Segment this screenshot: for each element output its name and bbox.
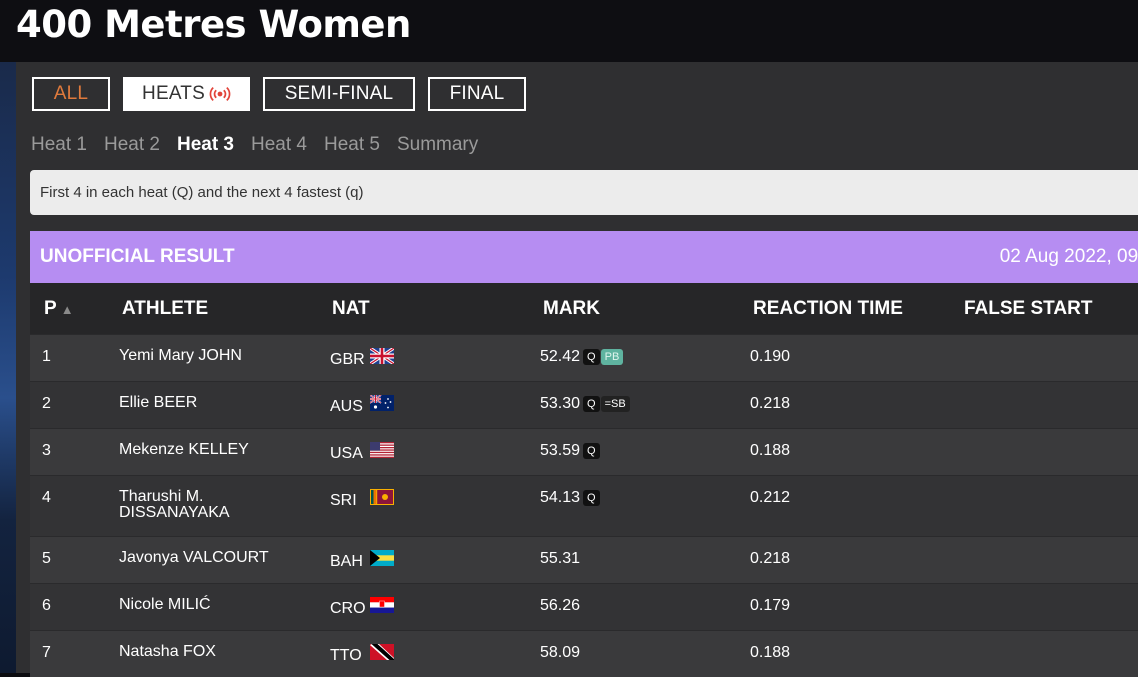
column-false-start: FALSE START xyxy=(964,298,1093,319)
reaction-time-cell: 0.188 xyxy=(750,442,791,459)
reaction-time-cell: 0.218 xyxy=(750,395,791,412)
usa-flag-icon xyxy=(370,442,394,458)
tab-heat-1[interactable]: Heat 1 xyxy=(31,134,87,156)
tab-heats-label: HEATS xyxy=(142,83,205,104)
tto-flag-icon xyxy=(370,644,394,660)
mark-value: 53.30 xyxy=(540,395,581,412)
mark-value: 58.09 xyxy=(540,644,581,661)
mark-value: 56.26 xyxy=(540,597,581,614)
athlete-name[interactable]: Nicole MILIĆ xyxy=(119,597,309,613)
tab-heat-4[interactable]: Heat 4 xyxy=(251,134,307,156)
gbr-flag-icon xyxy=(370,348,394,364)
tab-semi-final-label: SEMI-FINAL xyxy=(284,83,394,104)
table-row: 3 Mekenze KELLEY USA 53.59 Q 0.188 xyxy=(30,428,1138,475)
mark-cell: 56.26 xyxy=(540,597,580,615)
athlete-name[interactable]: Tharushi M. DISSANAYAKA xyxy=(119,489,309,521)
tab-final-label: FINAL xyxy=(449,83,505,104)
place-cell: 4 xyxy=(42,489,51,506)
season-best-badge: =SB xyxy=(600,396,630,412)
nat-code: TTO xyxy=(330,647,362,664)
tab-heat-2[interactable]: Heat 2 xyxy=(104,134,160,156)
athlete-name[interactable]: Yemi Mary JOHN xyxy=(119,348,309,364)
table-row: 6 Nicole MILIĆ CRO 56.26 0.179 xyxy=(30,583,1138,630)
nat-code: GBR xyxy=(330,351,365,368)
nat-code: AUS xyxy=(330,398,363,415)
qualification-info: First 4 in each heat (Q) and the next 4 … xyxy=(30,170,1138,215)
results-panel: ALL HEATS SEMI-FINAL FINAL Heat 1 Heat 2… xyxy=(16,62,1138,677)
mark-cell: 58.09 xyxy=(540,644,580,662)
nat-code: USA xyxy=(330,445,363,462)
qualified-badge: Q xyxy=(583,443,600,459)
tab-final[interactable]: FINAL xyxy=(428,77,526,111)
qualified-badge: Q xyxy=(583,396,600,412)
reaction-time-cell: 0.190 xyxy=(750,348,791,365)
tab-heat-3[interactable]: Heat 3 xyxy=(177,134,234,156)
qualified-badge: Q xyxy=(583,349,600,365)
tab-heat-5[interactable]: Heat 5 xyxy=(324,134,380,156)
reaction-time-cell: 0.212 xyxy=(750,489,791,506)
sri-flag-icon xyxy=(370,489,394,505)
table-row: 2 Ellie BEER AUS 53.30 Q =SB 0.218 xyxy=(30,381,1138,428)
column-mark: MARK xyxy=(543,298,600,319)
nat-code: BAH xyxy=(330,553,363,570)
tab-semi-final[interactable]: SEMI-FINAL xyxy=(263,77,415,111)
table-row: 4 Tharushi M. DISSANAYAKA SRI 54.13 Q 0.2… xyxy=(30,475,1138,536)
mark-cell: 55.31 xyxy=(540,550,580,568)
athlete-name[interactable]: Ellie BEER xyxy=(119,395,309,411)
nat-code: SRI xyxy=(330,492,357,509)
sort-ascending-icon: ▲ xyxy=(60,302,74,317)
athlete-name[interactable]: Mekenze KELLEY xyxy=(119,442,309,458)
place-cell: 7 xyxy=(42,644,51,661)
mark-value: 55.31 xyxy=(540,550,581,567)
cro-flag-icon xyxy=(370,597,394,613)
round-tabs: ALL HEATS SEMI-FINAL FINAL xyxy=(32,77,526,111)
table-row: 7 Natasha FOX TTO 58.09 0.188 xyxy=(30,630,1138,677)
qualification-text: First 4 in each heat (Q) and the next 4 … xyxy=(40,184,364,201)
mark-value: 52.42 xyxy=(540,348,581,365)
nat-code: CRO xyxy=(330,600,366,617)
table-row: 1 Yemi Mary JOHN GBR 52.42 Q PB 0.190 xyxy=(30,334,1138,381)
aus-flag-icon xyxy=(370,395,394,411)
mark-cell: 52.42 Q PB xyxy=(540,348,624,366)
place-cell: 1 xyxy=(42,348,51,365)
tab-summary[interactable]: Summary xyxy=(397,134,478,156)
column-nat: NAT xyxy=(332,298,370,319)
column-athlete: ATHLETE xyxy=(122,298,209,319)
personal-best-badge: PB xyxy=(600,349,624,365)
page-title: 400 Metres Women xyxy=(16,3,411,46)
mark-cell: 53.30 Q =SB xyxy=(540,395,630,413)
table-row: 5 Javonya VALCOURT BAH 55.31 0.218 xyxy=(30,536,1138,583)
athlete-name[interactable]: Javonya VALCOURT xyxy=(119,550,309,566)
column-place[interactable]: P ▲ xyxy=(44,298,74,320)
reaction-time-cell: 0.188 xyxy=(750,644,791,661)
place-cell: 2 xyxy=(42,395,51,412)
place-cell: 5 xyxy=(42,550,51,567)
place-cell: 3 xyxy=(42,442,51,459)
tab-all-label: ALL xyxy=(53,83,89,104)
column-place-label: P xyxy=(44,298,57,319)
qualified-badge: Q xyxy=(583,490,600,506)
live-broadcast-icon xyxy=(209,86,231,102)
result-banner: UNOFFICIAL RESULT 02 Aug 2022, 09:5 xyxy=(30,231,1138,283)
result-datetime: 02 Aug 2022, 09:5 xyxy=(999,246,1138,267)
result-status: UNOFFICIAL RESULT xyxy=(40,246,235,267)
bah-flag-icon xyxy=(370,550,394,566)
tab-all[interactable]: ALL xyxy=(32,77,110,111)
mark-cell: 53.59 Q xyxy=(540,442,600,460)
mark-value: 54.13 xyxy=(540,489,581,506)
mark-value: 53.59 xyxy=(540,442,581,459)
tab-heats[interactable]: HEATS xyxy=(123,77,250,111)
table-header: P ▲ ATHLETE NAT MARK REACTION TIME FALSE … xyxy=(30,283,1138,334)
results-table: P ▲ ATHLETE NAT MARK REACTION TIME FALSE … xyxy=(30,283,1138,677)
heat-tabs: Heat 1 Heat 2 Heat 3 Heat 4 Heat 5 Summa… xyxy=(31,134,478,156)
place-cell: 6 xyxy=(42,597,51,614)
reaction-time-cell: 0.179 xyxy=(750,597,791,614)
column-reaction-time: REACTION TIME xyxy=(753,298,903,319)
reaction-time-cell: 0.218 xyxy=(750,550,791,567)
athlete-name[interactable]: Natasha FOX xyxy=(119,644,309,660)
mark-cell: 54.13 Q xyxy=(540,489,600,507)
